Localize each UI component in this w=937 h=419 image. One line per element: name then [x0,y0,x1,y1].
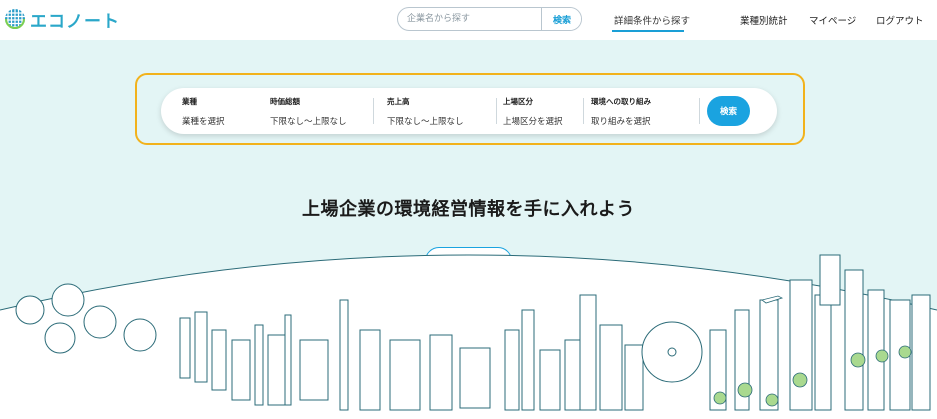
filter-revenue[interactable]: 売上高 下限なし〜上限なし [387,96,464,127]
filter-value: 取り組みを選択 [591,117,651,127]
filter-value: 下限なし〜上限なし [270,117,347,127]
logo-text: エコノート [30,11,120,32]
filter-label: 時価総額 [270,97,300,106]
filter-market-cap[interactable]: 時価総額 下限なし〜上限なし [270,96,347,127]
filter-label: 売上高 [387,97,410,106]
filter-environmental-initiatives[interactable]: 環境への取り組み 取り組みを選択 [591,96,651,127]
top-header: エコノート 検索 詳細条件から探す 業種別統計 マイページ ログアウト [0,0,937,40]
filter-search-panel: 業種 業種を選択 時価総額 下限なし〜上限なし 売上高 下限なし〜上限なし 上場… [161,88,777,134]
filter-value: 上場区分を選択 [503,117,563,127]
nav-industry-stats[interactable]: 業種別統計 [740,13,788,27]
nav-detail-search[interactable]: 詳細条件から探す [614,13,690,27]
filter-divider [373,98,374,124]
active-nav-underline [612,30,684,32]
filter-label: 上場区分 [503,97,533,106]
nav-mypage[interactable]: マイページ [809,13,856,27]
hero-title: 上場企業の環境経営情報を手に入れよう [302,199,635,220]
filter-divider [699,98,700,124]
header-search-button[interactable]: 検索 [541,8,581,30]
filter-value: 業種を選択 [182,117,225,127]
globe-logo-icon [5,9,25,29]
cityscape-illustration [0,254,937,419]
filter-search-button[interactable]: 検索 [707,96,750,126]
filter-label: 環境への取り組み [591,97,651,106]
hero-section: 業種 業種を選択 時価総額 下限なし〜上限なし 売上高 下限なし〜上限なし 上場… [0,40,937,419]
filter-listing-category[interactable]: 上場区分 上場区分を選択 [503,96,563,127]
filter-industry[interactable]: 業種 業種を選択 [182,96,225,127]
company-search: 検索 [397,7,582,31]
filter-divider [583,98,584,124]
nav-logout[interactable]: ログアウト [876,13,924,27]
site-logo[interactable]: エコノート [4,7,120,32]
company-name-search-input[interactable] [398,8,542,30]
filter-label: 業種 [182,97,197,106]
filter-value: 下限なし〜上限なし [387,117,464,127]
filter-divider [496,98,497,124]
